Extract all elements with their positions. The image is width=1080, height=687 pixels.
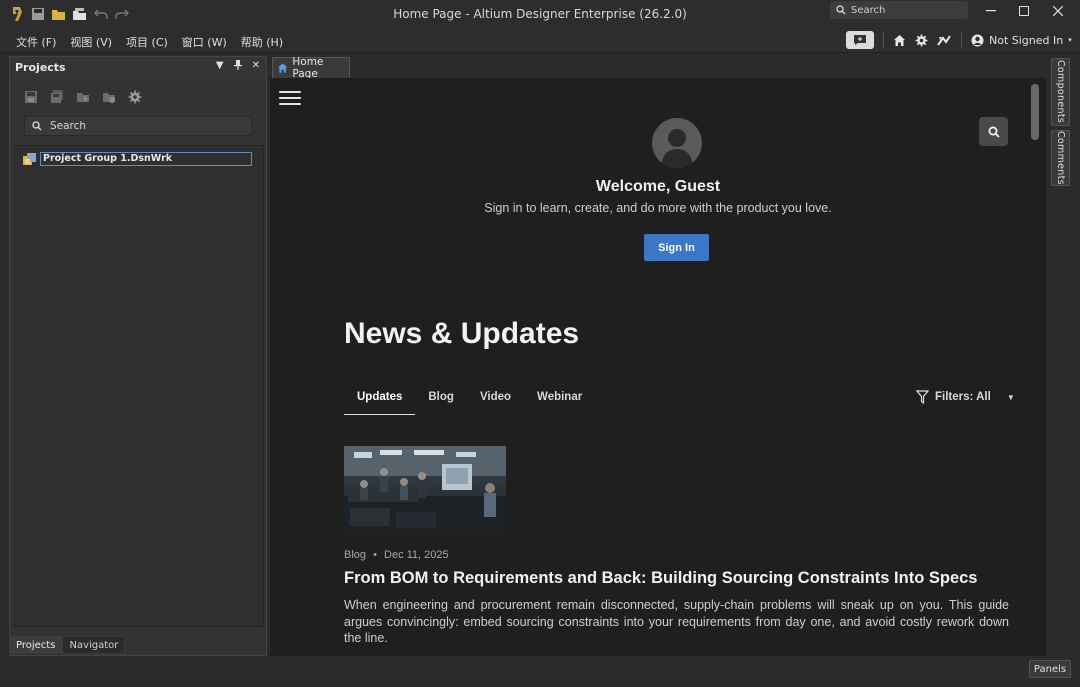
- home-page: Welcome, Guest Sign in to learn, create,…: [270, 78, 1046, 656]
- document-tab-label: Home Page: [292, 56, 324, 80]
- tab-navigator[interactable]: Navigator: [62, 636, 126, 654]
- projects-panel: Projects ▼ ✕ Search Project Group 1.DsnW…: [9, 56, 267, 656]
- close-button[interactable]: [1047, 3, 1069, 19]
- guest-avatar-icon: [652, 118, 702, 168]
- panels-button[interactable]: Panels: [1029, 660, 1071, 678]
- toolbar-divider: [961, 32, 962, 48]
- filters-dropdown[interactable]: Filters: All ▼: [916, 390, 1015, 404]
- post-category: Blog: [344, 549, 367, 561]
- save-all-icon[interactable]: [50, 90, 64, 104]
- menu-help[interactable]: 帮助 (H): [241, 34, 283, 50]
- gear-icon[interactable]: [915, 34, 928, 47]
- gear-icon[interactable]: [128, 90, 142, 104]
- projects-search-placeholder: Search: [50, 120, 87, 132]
- project-options-icon[interactable]: [102, 90, 116, 104]
- menu-window[interactable]: 窗口 (W): [182, 34, 227, 50]
- post-date: Dec 11, 2025: [384, 549, 449, 561]
- workspace-icon: [23, 152, 36, 165]
- welcome-heading: Welcome, Guest: [595, 178, 721, 195]
- tab-updates[interactable]: Updates: [344, 387, 416, 415]
- minimize-button[interactable]: [980, 3, 1002, 19]
- maximize-button[interactable]: [1013, 3, 1035, 19]
- search-icon: [32, 121, 42, 131]
- news-tabs: Updates Blog Video Webinar: [344, 387, 595, 415]
- share-icon[interactable]: [937, 34, 952, 47]
- chevron-down-icon: ▾: [1068, 36, 1072, 44]
- save-icon[interactable]: [24, 90, 38, 104]
- panel-close-icon[interactable]: ✕: [252, 60, 260, 73]
- home-icon: [277, 63, 288, 73]
- menu-project[interactable]: 项目 (C): [126, 34, 168, 50]
- tab-projects[interactable]: Projects: [9, 636, 63, 654]
- chevron-down-icon: ▼: [1006, 392, 1015, 402]
- filter-icon: [916, 390, 929, 404]
- global-search-input[interactable]: Search: [830, 1, 968, 19]
- project-tree: Project Group 1.DsnWrk: [14, 145, 264, 627]
- search-icon: [988, 126, 1000, 138]
- tab-video[interactable]: Video: [467, 387, 524, 415]
- document-tab-home-page[interactable]: Home Page: [272, 56, 350, 80]
- components-panel-tab[interactable]: Components: [1051, 58, 1070, 126]
- sign-in-button[interactable]: Sign In: [644, 234, 709, 261]
- projects-toolbar: [24, 90, 142, 104]
- welcome-subtitle: Sign in to learn, create, and do more wi…: [484, 201, 832, 215]
- pin-icon[interactable]: [233, 60, 242, 73]
- feedback-button[interactable]: [846, 31, 874, 49]
- tab-webinar[interactable]: Webinar: [524, 387, 595, 415]
- hamburger-menu-icon[interactable]: [279, 91, 301, 105]
- home-icon[interactable]: [893, 34, 906, 47]
- components-panel-label: Components: [1055, 60, 1066, 124]
- menu-file[interactable]: 文件 (F): [16, 34, 56, 50]
- user-avatar-icon: [971, 34, 984, 46]
- home-scrollbar[interactable]: [1031, 84, 1039, 140]
- tree-item-project-group[interactable]: Project Group 1.DsnWrk: [23, 152, 252, 166]
- projects-panel-tabs: Projects Navigator: [9, 636, 126, 654]
- projects-search-input[interactable]: Search: [24, 116, 252, 136]
- comments-panel-label: Comments: [1055, 131, 1066, 185]
- news-heading: News & Updates: [344, 317, 580, 350]
- menu-bar: 文件 (F) 视图 (V) 项目 (C) 窗口 (W) 帮助 (H) Not S…: [0, 29, 1080, 53]
- post-excerpt: When engineering and procurement remain …: [344, 598, 1009, 645]
- comments-panel-tab[interactable]: Comments: [1051, 130, 1070, 186]
- tree-item-label: Project Group 1.DsnWrk: [40, 152, 252, 166]
- projects-panel-title: Projects: [15, 60, 66, 74]
- post-title[interactable]: From BOM to Requirements and Back: Build…: [344, 569, 977, 588]
- account-status: Not Signed In: [989, 33, 1064, 47]
- global-search-placeholder: Search: [851, 4, 886, 16]
- search-icon: [836, 5, 846, 15]
- meta-separator: •: [373, 549, 377, 561]
- compile-icon[interactable]: [76, 90, 90, 104]
- tab-blog[interactable]: Blog: [415, 387, 467, 415]
- panel-menu-icon[interactable]: ▼: [216, 60, 224, 73]
- home-search-button[interactable]: [979, 117, 1008, 146]
- filters-label: Filters: All: [935, 391, 991, 403]
- title-bar: Home Page - Altium Designer Enterprise (…: [0, 0, 1080, 28]
- chat-icon: [854, 35, 866, 45]
- account-menu[interactable]: Not Signed In ▾: [971, 34, 1072, 47]
- toolbar-divider: [883, 32, 884, 48]
- menu-view[interactable]: 视图 (V): [70, 34, 112, 50]
- post-meta: Blog • Dec 11, 2025: [344, 549, 449, 561]
- post-thumbnail[interactable]: [344, 446, 506, 533]
- projects-panel-header: Projects ▼ ✕: [10, 57, 266, 77]
